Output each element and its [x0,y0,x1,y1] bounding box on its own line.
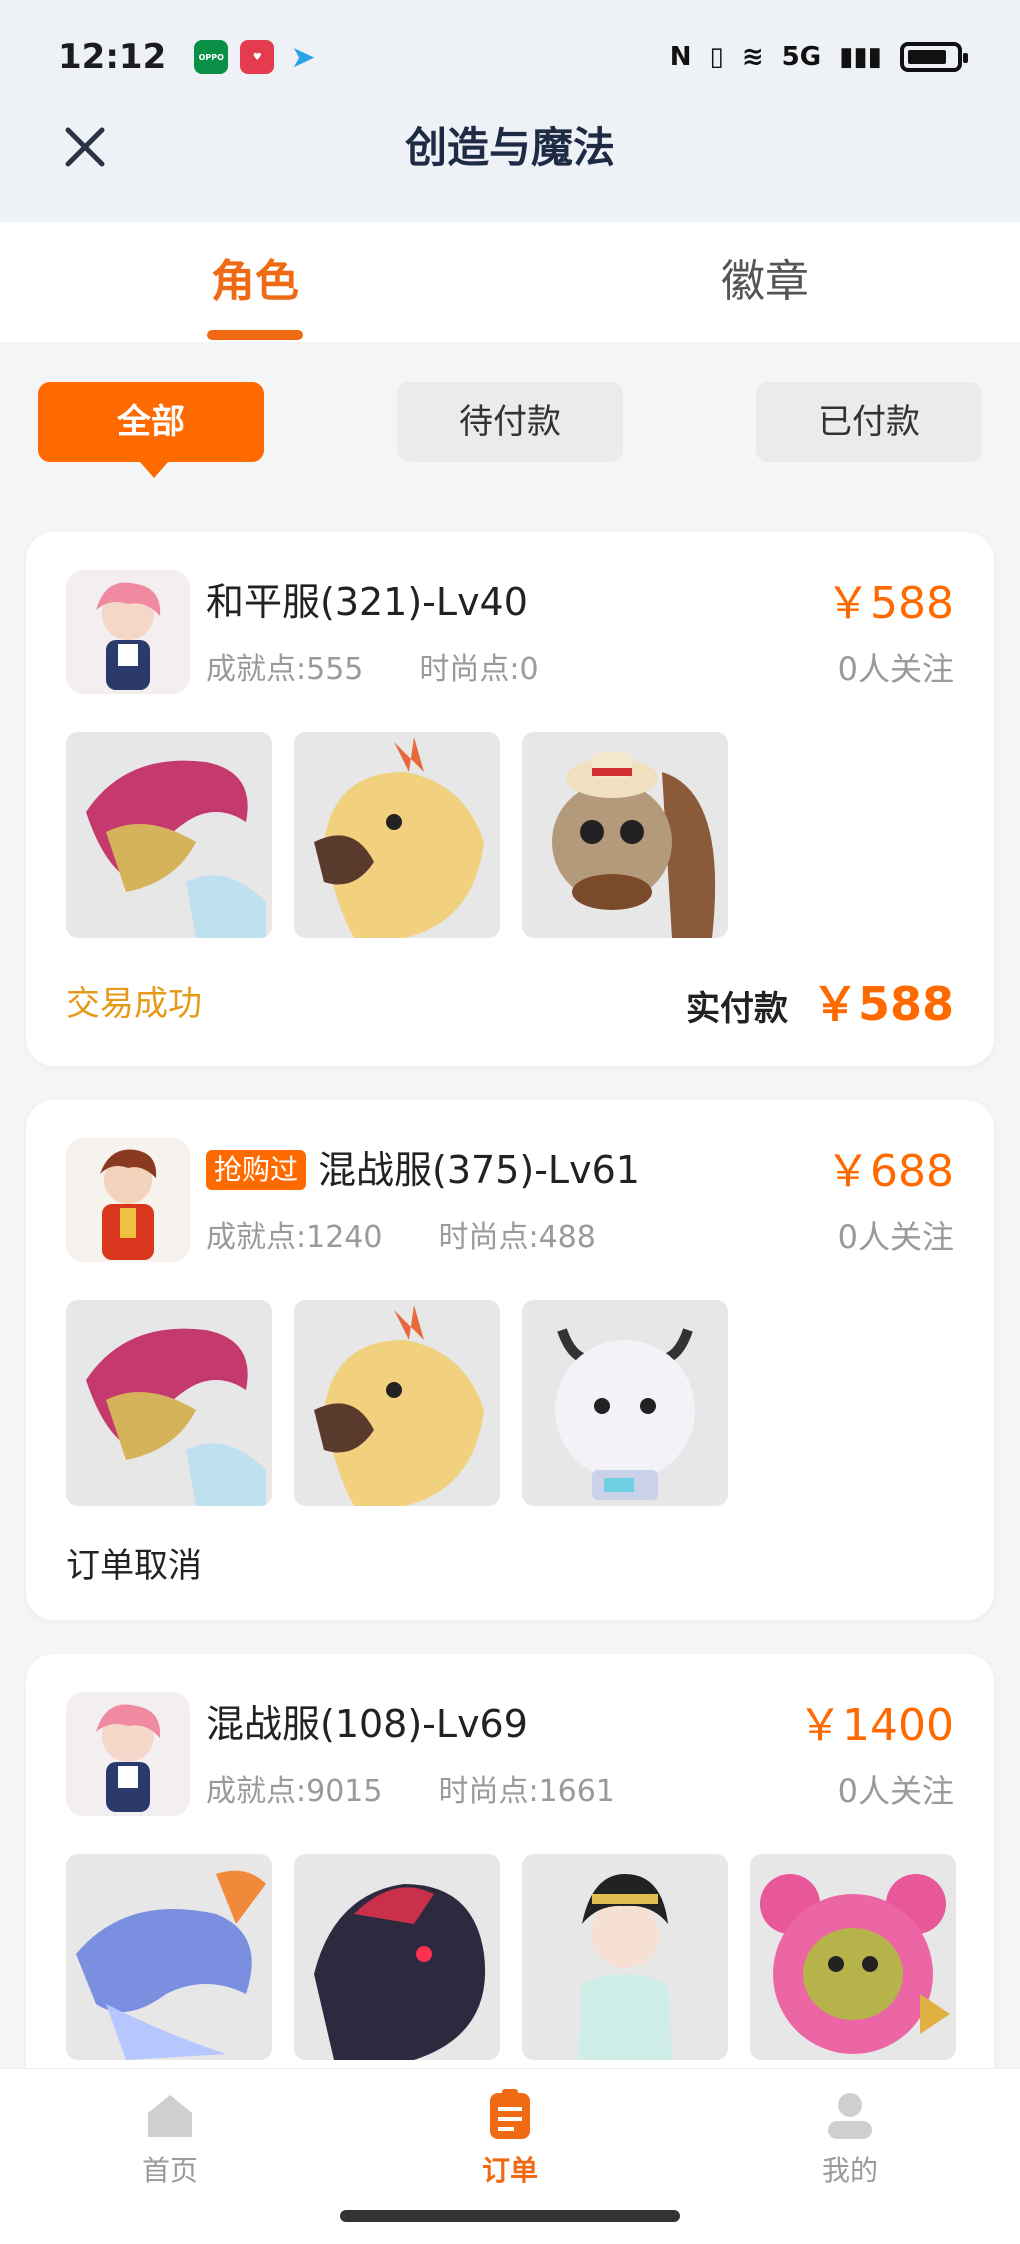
battery-icon [900,42,968,72]
item-thumbnail[interactable] [522,1300,728,1506]
item-thumbnails [66,1300,728,1506]
tab-bar: 角色 徽章 [0,222,1020,342]
tab-active-indicator [207,330,303,340]
send-app-icon: ➤ [290,39,316,75]
item-thumbnail[interactable] [294,1854,500,2060]
nav-home-label: 首页 [141,2154,198,2187]
order-title-text: 和平服(321)-Lv40 [206,580,528,624]
oppo-app-icon: OPPO [194,40,229,74]
girl-character-icon [522,1854,728,2060]
top-bar: 12:12 OPPO ♥ ➤ N ▯ ≋ 5G ▮▮▮ 创造与魔法 [0,0,1020,222]
heart-app-icon: ♥ [240,40,275,74]
fashion-points: 时尚点:488 [438,1220,596,1255]
character-avatar [66,570,190,694]
order-card[interactable]: 和平服(321)-Lv40 成就点:555 时尚点:0 ￥588 0人关注 交易… [26,532,994,1066]
pink-bear-icon [750,1854,956,2060]
filter-bar: 全部 待付款 已付款 [0,382,1020,478]
fashion-points: 时尚点:0 [419,652,539,687]
black-dragon-icon [294,1854,500,2060]
squirrel-icon [522,732,728,938]
item-thumbnails [66,1854,956,2060]
dragon-icon [66,732,272,938]
order-title-text: 混战服(108)-Lv69 [206,1702,528,1746]
cow-robot-icon [522,1300,728,1506]
nav-profile-label: 我的 [821,2154,878,2187]
flash-sale-tag: 抢购过 [206,1150,307,1190]
item-thumbnail[interactable] [522,732,728,938]
nav-order[interactable]: 订单 [410,2087,610,2189]
order-price: ￥1400 [798,1700,954,1751]
follower-count: 0人关注 [837,650,954,688]
order-card[interactable]: 混战服(108)-Lv69 成就点:9015 时尚点:1661 ￥1400 0人… [26,1654,994,2114]
signal-icon: ▮▮▮ [839,42,882,72]
home-indicator[interactable] [340,2210,680,2222]
nav-order-label: 订单 [481,2154,538,2187]
achievement-points: 成就点:555 [206,652,364,687]
follower-count: 0人关注 [837,1772,954,1810]
status-time: 12:12 [58,37,167,77]
filter-all[interactable]: 全部 [38,382,264,478]
tab-badge[interactable]: 徽章 [615,252,915,312]
item-thumbnail[interactable] [294,1300,500,1506]
order-title: 和平服(321)-Lv40 [206,576,528,628]
order-title: 抢购过 混战服(375)-Lv61 [206,1144,640,1196]
blue-dragon-icon [66,1854,272,2060]
item-thumbnail[interactable] [750,1854,956,2060]
nav-home[interactable]: 首页 [70,2087,270,2189]
paid-amount: ￥588 [811,977,954,1031]
item-thumbnail[interactable] [294,732,500,938]
status-bar: 12:12 OPPO ♥ ➤ [58,36,320,78]
order-status: 订单取消 [66,1546,202,1586]
home-icon [148,2095,192,2137]
achievement-points: 成就点:9015 [206,1774,383,1809]
item-thumbnails [66,732,728,938]
order-meta: 成就点:555 时尚点:0 [206,644,539,688]
order-card[interactable]: 抢购过 混战服(375)-Lv61 成就点:1240 时尚点:488 ￥688 0… [26,1100,994,1620]
order-title-text: 混战服(375)-Lv61 [318,1148,640,1192]
profile-icon [828,2093,872,2139]
achievement-points: 成就点:1240 [206,1220,383,1255]
order-meta: 成就点:9015 时尚点:1661 [206,1766,615,1810]
item-thumbnail[interactable] [66,1300,272,1506]
fashion-points: 时尚点:1661 [438,1774,615,1809]
tab-role[interactable]: 角色 [105,252,405,312]
item-thumbnail[interactable] [522,1854,728,2060]
order-price: ￥688 [826,1146,954,1197]
order-icon [490,2089,530,2139]
order-price: ￥588 [826,578,954,629]
network-label: 5G [781,42,822,72]
wifi-icon: ≋ [741,42,764,72]
status-right: N ▯ ≋ 5G ▮▮▮ [669,36,968,78]
dragon-icon [66,1300,272,1506]
nfc-icon: N [669,42,692,72]
follower-count: 0人关注 [837,1218,954,1256]
phoenix-icon [294,1300,500,1506]
phoenix-icon [294,732,500,938]
vibrate-icon: ▯ [709,42,724,72]
order-meta: 成就点:1240 时尚点:488 [206,1212,596,1256]
order-title: 混战服(108)-Lv69 [206,1698,528,1750]
page-title: 创造与魔法 [404,123,615,172]
character-avatar [66,1138,190,1262]
paid-summary: 实付款 ￥588 [686,968,954,1034]
character-avatar [66,1692,190,1816]
nav-profile[interactable]: 我的 [750,2087,950,2189]
filter-paid[interactable]: 已付款 [756,382,982,462]
item-thumbnail[interactable] [66,1854,272,2060]
status-app-icons: OPPO ♥ ➤ [194,39,320,75]
paid-label: 实付款 [685,989,788,1029]
item-thumbnail[interactable] [66,732,272,938]
order-status: 交易成功 [66,984,202,1024]
filter-pending-payment[interactable]: 待付款 [397,382,623,462]
